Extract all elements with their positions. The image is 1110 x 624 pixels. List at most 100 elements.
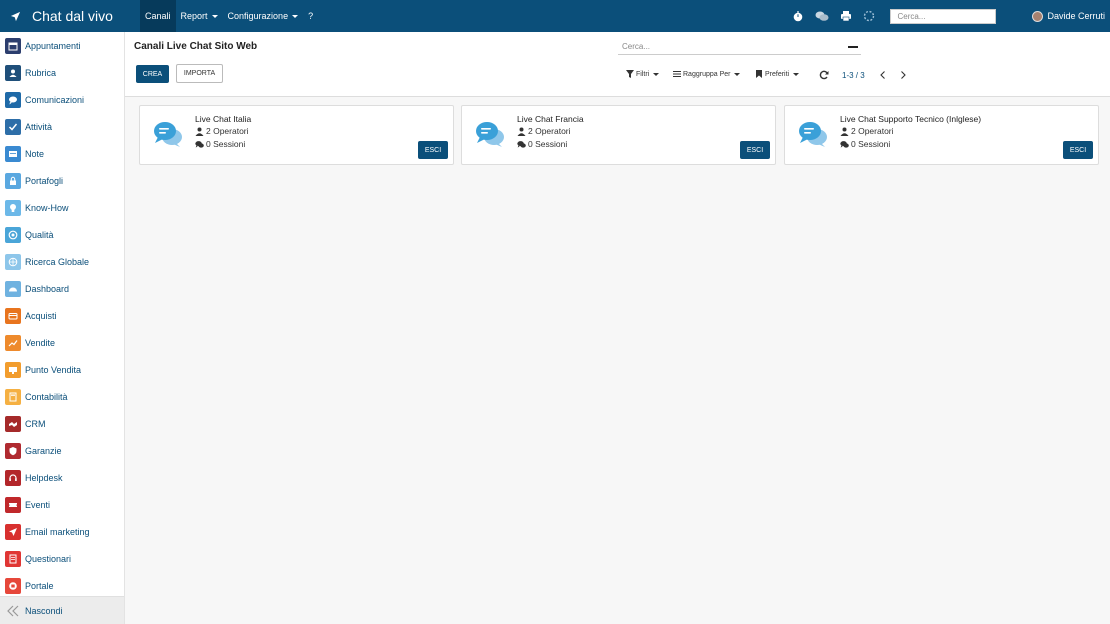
sales-icon [5, 335, 21, 351]
sidebar-item-label: Know-How [25, 203, 69, 213]
sidebar-item-label: Qualità [25, 230, 54, 240]
leave-channel-button[interactable]: ESCI [418, 141, 448, 159]
group-by-label: Raggruppa Per [683, 70, 731, 78]
sessions-count: 0 Sessioni [851, 139, 891, 149]
sidebar-item-helpdesk[interactable]: Helpdesk [0, 467, 124, 489]
sidebar-item-acquisti[interactable]: Acquisti [0, 305, 124, 327]
sidebar-item-label: Eventi [25, 500, 51, 510]
menu-help[interactable]: ? [303, 0, 318, 32]
home-menu-icon[interactable] [10, 11, 21, 22]
sidebar-item-dashboard[interactable]: Dashboard [0, 278, 124, 300]
leave-channel-button[interactable]: ESCI [1063, 141, 1093, 159]
printer-icon[interactable] [839, 9, 853, 23]
chevron-down-icon [793, 72, 800, 76]
comments-icon [517, 140, 526, 148]
sidebar-item-portafogli[interactable]: Portafogli [0, 170, 124, 192]
group-by-dropdown[interactable]: Raggruppa Per [673, 70, 741, 78]
menu-configurazione[interactable]: Configurazione [223, 0, 304, 32]
sidebar-item-vendite[interactable]: Vendite [0, 332, 124, 354]
global-search-input[interactable]: Cerca... [890, 8, 997, 24]
app-menu: Canali Report Configurazione ? [140, 0, 318, 32]
sidebar-item-label: Ricerca Globale [25, 257, 90, 267]
user-icon [195, 127, 204, 136]
chat-icon [5, 92, 21, 108]
channel-sessions: 0 Sessioni [517, 139, 567, 149]
sidebar-item-comunicazioni[interactable]: Comunicazioni [0, 89, 124, 111]
timer-icon[interactable] [791, 9, 805, 23]
sidebar-item-qualit-[interactable]: Qualità [0, 224, 124, 246]
search-placeholder: Cerca... [622, 41, 651, 51]
sidebar-item-label: Comunicazioni [25, 95, 85, 105]
pager-value[interactable]: 1-3 / 3 [842, 71, 865, 80]
sidebar-item-label: Acquisti [25, 311, 57, 321]
chevron-down-icon [292, 14, 299, 18]
chat-bubbles-icon[interactable] [814, 9, 830, 23]
sidebar-item-appuntamenti[interactable]: Appuntamenti [0, 35, 124, 57]
channel-card[interactable]: Live Chat Italia 2 Operatori 0 Sessioni ESC… [139, 105, 454, 165]
survey-icon [5, 551, 21, 567]
headset-icon [5, 470, 21, 486]
sidebar-item-email-marketing[interactable]: Email marketing [0, 521, 124, 543]
sidebar-item-questionari[interactable]: Questionari [0, 548, 124, 570]
sidebar-item-know-how[interactable]: Know-How [0, 197, 124, 219]
hide-sidebar-button[interactable]: Nascondi [0, 596, 124, 624]
filter-icon [626, 70, 634, 78]
channel-sessions: 0 Sessioni [840, 139, 890, 149]
menu-canali[interactable]: Canali [140, 0, 176, 32]
menu-report[interactable]: Report [176, 0, 223, 32]
sidebar: Appuntamenti Rubrica Comunicazioni Attività… [0, 32, 125, 624]
channel-operators: 2 Operatori [517, 126, 571, 136]
systray: Cerca... Davide Cerruti [782, 0, 1110, 32]
sidebar-item-portale[interactable]: Portale [0, 575, 124, 597]
accounting-icon [5, 389, 21, 405]
app-brand[interactable]: Chat dal vivo [0, 0, 140, 32]
sidebar-item-label: Helpdesk [25, 473, 63, 483]
sidebar-item-label: Email marketing [25, 527, 90, 537]
filters-dropdown[interactable]: Filtri [626, 70, 660, 78]
sidebar-item-label: Appuntamenti [25, 41, 81, 51]
sessions-count: 0 Sessioni [206, 139, 246, 149]
sidebar-item-crm[interactable]: CRM [0, 413, 124, 435]
sidebar-item-label: Portale [25, 581, 54, 591]
chevron-down-icon [734, 72, 741, 76]
sidebar-item-note[interactable]: Note [0, 143, 124, 165]
sidebar-item-garanzie[interactable]: Garanzie [0, 440, 124, 462]
sidebar-item-label: Attività [25, 122, 53, 132]
sidebar-item-rubrica[interactable]: Rubrica [0, 62, 124, 84]
pager-next-button[interactable] [898, 70, 908, 80]
favorites-dropdown[interactable]: Preferiti [755, 70, 800, 78]
sidebar-item-label: Vendite [25, 338, 56, 348]
sidebar-item-ricerca-globale[interactable]: Ricerca Globale [0, 251, 124, 273]
sidebar-item-punto-vendita[interactable]: Punto Vendita [0, 359, 124, 381]
calendar-icon [5, 38, 21, 54]
search-input[interactable]: Cerca... [618, 38, 861, 55]
refresh-icon[interactable] [819, 70, 829, 80]
sidebar-item-attivit-[interactable]: Attività [0, 116, 124, 138]
lock-icon [5, 173, 21, 189]
user-menu[interactable]: Davide Cerruti [1032, 10, 1105, 22]
purchase-icon [5, 308, 21, 324]
menu-configurazione-label: Configurazione [227, 11, 289, 21]
channel-sessions: 0 Sessioni [195, 139, 245, 149]
pager-previous-button[interactable] [878, 70, 888, 80]
create-button[interactable]: CREA [136, 65, 169, 83]
sidebar-item-eventi[interactable]: Eventi [0, 494, 124, 516]
channel-card[interactable]: Live Chat Francia 2 Operatori 0 Sessioni ES… [461, 105, 776, 165]
sidebar-item-contabilit-[interactable]: Contabilità [0, 386, 124, 408]
leave-channel-button[interactable]: ESCI [740, 141, 770, 159]
channel-operators: 2 Operatori [840, 126, 894, 136]
chat-bubbles-icon [476, 122, 504, 147]
chevron-down-icon [211, 14, 218, 18]
comments-icon [840, 140, 849, 148]
dashboard-icon [5, 281, 21, 297]
globe-icon [5, 254, 21, 270]
address-book-icon [5, 65, 21, 81]
channel-card[interactable]: Live Chat Supporto Tecnico (Inlglese) 2 O… [784, 105, 1099, 165]
app-title: Chat dal vivo [32, 8, 113, 24]
list-icon [673, 71, 681, 77]
import-button[interactable]: IMPORTA [176, 64, 223, 83]
chevron-right-icon [901, 71, 906, 79]
bookmark-icon [756, 70, 762, 78]
search-clear-icon[interactable] [848, 46, 858, 48]
sidebar-item-label: Portafogli [25, 176, 64, 186]
